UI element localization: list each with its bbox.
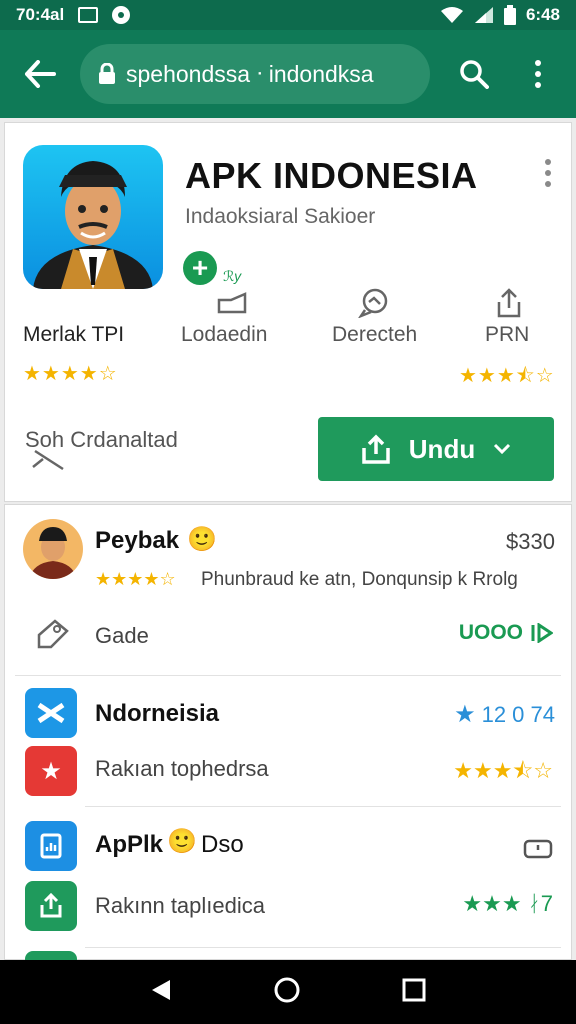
star-badge-icon: ★ xyxy=(25,746,77,796)
app-developer[interactable]: Indaoksiaral Sakioer xyxy=(185,205,375,229)
emoji-face-icon: 🙂 xyxy=(167,828,197,855)
list-item[interactable]: ApPlk 🙂 Dso Rakınn taplıedica ★★★ ᛅ7 xyxy=(5,807,573,947)
rating-stars: ★★★ xyxy=(462,891,522,916)
item-sub-label: Rakınn taplıedica xyxy=(95,893,265,918)
rating-stars: ★★★⯪☆ xyxy=(453,758,553,783)
stat-downloads-label[interactable]: Lodaedin xyxy=(181,323,267,347)
tag-icon xyxy=(37,619,69,649)
status-bar: 70:4al 6:48 xyxy=(0,0,576,30)
item-title-suffix: Dso xyxy=(201,831,244,858)
more-vert-icon xyxy=(535,60,541,88)
item-action-label: UOOO xyxy=(458,621,523,644)
more-vert-icon xyxy=(545,159,551,187)
share-icon xyxy=(497,288,521,318)
search-icon xyxy=(460,60,489,89)
plus-circle-icon: + xyxy=(183,251,217,285)
wifi-icon xyxy=(440,7,463,23)
battery-icon xyxy=(503,5,516,25)
sync-icon xyxy=(112,6,131,24)
nav-recents-button[interactable] xyxy=(402,978,426,1007)
install-label: Undu xyxy=(408,433,476,464)
related-apps-list: Peybak 🙂 $330 ★★★★☆ Phunbraud ke atn, Do… xyxy=(4,504,573,961)
back-arrow-icon xyxy=(25,60,56,88)
app-icon[interactable] xyxy=(23,145,163,289)
list-item[interactable]: Ndorneisia ★ 12 0 74 ★ Rakıan tophedrsa … xyxy=(5,676,573,806)
play-arrow-icon xyxy=(531,623,553,643)
url-text: spehondssa ᐧ indondksa xyxy=(126,60,374,87)
chevron-down-icon xyxy=(494,443,511,455)
item-title: Ndorneisia xyxy=(95,700,220,727)
upload-icon xyxy=(362,434,390,464)
app-title: APK INDONESIA xyxy=(185,155,478,196)
item-sub-label: Rakıan tophedrsa xyxy=(95,756,269,781)
rating-suffix: ᛅ7 xyxy=(527,891,553,916)
search-button[interactable] xyxy=(442,30,506,118)
browser-toolbar: spehondssa ᐧ indondksa xyxy=(0,30,576,118)
search-icon xyxy=(32,449,64,471)
stat-rating-label: Merlak TPI xyxy=(23,323,125,346)
stat-share-label[interactable]: PRN xyxy=(485,323,529,347)
square-recents-icon xyxy=(402,978,426,1001)
system-nav-bar xyxy=(0,960,576,1024)
nav-home-button[interactable] xyxy=(273,976,301,1009)
rating-value: 12 0 74 xyxy=(481,701,555,727)
emoji-face-icon: 🙂 xyxy=(187,526,217,553)
install-button[interactable]: Undu xyxy=(318,417,554,481)
item-rating: ★ 12 0 74 xyxy=(454,700,555,729)
app-menu-button[interactable] xyxy=(545,159,551,187)
person-avatar-icon xyxy=(29,527,77,579)
divider xyxy=(85,947,561,948)
item-title: Peybak xyxy=(95,527,180,554)
notification-icon xyxy=(78,7,99,23)
list-item[interactable]: Peybak 🙂 $330 ★★★★☆ Phunbraud ke atn, Do… xyxy=(5,505,573,675)
url-bar[interactable]: spehondssa ᐧ indondksa xyxy=(80,44,430,104)
rating-stars: ★★★★☆ xyxy=(23,363,118,385)
lock-icon xyxy=(99,63,115,84)
clock: 6:48 xyxy=(525,5,560,24)
download-box-icon xyxy=(217,292,247,314)
status-time: 70:4al xyxy=(16,5,65,24)
avatar xyxy=(23,519,83,579)
back-button[interactable] xyxy=(0,30,80,118)
person-avatar-icon xyxy=(33,161,153,289)
document-icon xyxy=(25,821,77,871)
editors-choice-badge: + ℛy xyxy=(183,251,241,285)
chat-bubble-icon xyxy=(358,288,388,318)
signal-icon xyxy=(474,7,493,23)
star-icon: ★ xyxy=(454,701,476,728)
item-action[interactable]: UOOO xyxy=(459,621,553,645)
download-icon xyxy=(25,881,77,931)
rating-stars: ★★★⯪☆ xyxy=(459,365,555,387)
rating-stars: ★★★★☆ xyxy=(95,569,176,589)
item-sub-label: Gade xyxy=(95,623,149,648)
item-title: ApPlk xyxy=(95,831,164,858)
item-description: Phunbraud ke atn, Donqunsip k Rrolg xyxy=(201,569,518,590)
overflow-menu-button[interactable] xyxy=(506,30,570,118)
app-logo-icon xyxy=(25,688,77,738)
item-price: $330 xyxy=(506,529,555,554)
nav-back-button[interactable] xyxy=(150,978,172,1007)
clock-icon xyxy=(523,839,553,859)
circle-home-icon xyxy=(274,977,300,1002)
app-header-card: APK INDONESIA Indaoksiaral Sakioer + ℛy … xyxy=(4,122,572,502)
triangle-back-icon xyxy=(152,979,171,1000)
stat-reviews-label[interactable]: Derecteh xyxy=(332,323,417,347)
item-rating: ★★★ ᛅ7 xyxy=(462,891,553,917)
badge-label: ℛy xyxy=(223,268,242,284)
